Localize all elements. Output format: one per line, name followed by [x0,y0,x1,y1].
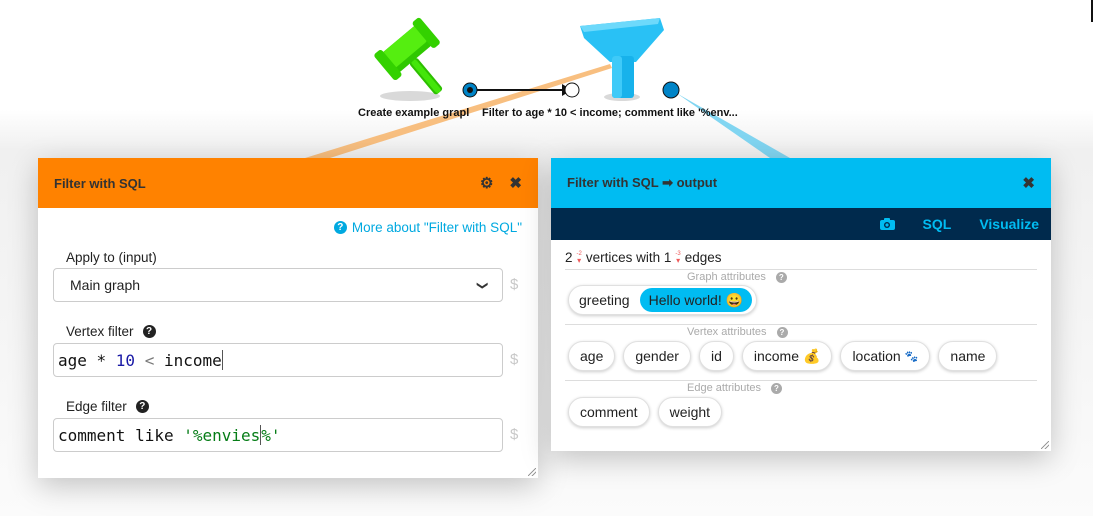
section-title-text: Vertex attributes [687,326,767,338]
code-token: < [135,350,164,370]
vertex-attribute-chip[interactable]: id [698,341,734,371]
apply-to-select[interactable]: Main graph ❮ [53,268,503,302]
sql-button[interactable]: SQL [923,216,952,232]
parametric-toggle[interactable]: $ [510,426,518,443]
paw-prints-icon: 🐾 [904,350,919,363]
attribute-name: weight [669,404,711,420]
resize-handle[interactable] [528,468,536,476]
edge-delta: -3 ▾ [675,251,680,265]
edge-filter-input[interactable]: comment like '%envies %' [53,418,503,452]
output-toolbar: SQL Visualize [551,208,1051,240]
param-label-vertex-filter: Vertex filter ? [66,324,156,339]
divider [565,269,1037,270]
vertex-attribute-chip[interactable]: income 💰 [741,341,833,371]
help-icon[interactable]: ? [771,382,782,394]
code-token: %' [261,425,281,445]
summary-text: edges [684,250,722,265]
vertex-delta: -2 ▾ [577,251,582,265]
chevron-down-icon: ❮ [475,280,488,290]
box-label-create-graph[interactable]: Create example grapl [358,107,469,119]
code-token: age * [58,350,116,370]
help-link[interactable]: ? More about "Filter with SQL" [333,220,522,235]
vertex-attribute-chip[interactable]: name [938,341,998,371]
vertex-attribute-chip[interactable]: gender [623,341,691,371]
popup-title: Filter with SQL ➡ output [567,175,718,190]
close-icon[interactable]: ✖ [1022,174,1035,192]
attribute-name: income [753,348,799,364]
code-token: 10 [115,350,136,370]
input-port[interactable] [564,82,580,98]
select-value: Main graph [70,277,141,293]
code-token: '%envies [183,425,261,445]
divider [565,380,1037,381]
attribute-value-text: Hello world! [648,292,722,308]
operation-popup: Filter with SQL ⚙ ✖ ? More about "Filter… [38,158,538,478]
help-icon[interactable]: ? [135,400,149,413]
popup-title: Filter with SQL [54,175,146,191]
param-label-edge-filter: Edge filter ? [66,399,149,414]
graph-attributes-title: Graph attributes ? [687,271,787,283]
section-title-text: Graph attributes [687,271,766,283]
vertex-filter-input[interactable]: age * 10 < income [53,343,503,377]
vertex-attribute-chip[interactable]: location 🐾 [840,341,931,371]
resize-handle[interactable] [1041,441,1049,449]
vertex-attribute-chip[interactable]: age [568,341,616,371]
box-label-filter[interactable]: Filter to age * 10 < income; comment lik… [482,107,738,119]
attribute-name: comment [580,404,638,420]
visualize-button[interactable]: Visualize [979,216,1039,232]
attribute-name: age [580,348,604,364]
money-bag-icon: 💰 [803,347,821,364]
attribute-name: id [710,348,722,364]
graph-attribute-chip[interactable]: greeting Hello world! 😀 [568,285,758,315]
param-label-text: Vertex filter [66,324,134,339]
param-label-text: Edge filter [66,399,127,414]
text-cursor [221,350,223,370]
param-label-apply-to: Apply to (input) [66,250,157,265]
help-link-text: More about "Filter with SQL" [351,220,522,235]
attribute-value: Hello world! 😀 [639,288,753,312]
gavel-icon[interactable] [373,17,465,110]
param-label-text: Apply to (input) [66,250,157,265]
section-title-text: Edge attributes [687,382,761,394]
attribute-name: name [950,348,986,364]
vertex-attributes-title: Vertex attributes ? [687,326,788,338]
arrow-down-icon: ▾ [577,255,582,265]
vertex-attributes-list: age gender id income 💰 location 🐾 name [568,341,998,371]
help-icon[interactable]: ? [142,325,156,338]
popup-header[interactable]: Filter with SQL ➡ output ✖ [551,158,1051,208]
edge-attribute-chip[interactable]: comment [568,397,650,427]
smiley-icon: 😀 [725,291,744,308]
attribute-name: gender [635,348,679,364]
edge-count: 1 [663,250,672,265]
summary-text: vertices with [585,250,661,265]
blue-popup-beam [672,90,790,158]
output-port[interactable] [662,81,680,99]
vertex-count: 2 [565,250,573,265]
help-icon[interactable]: ? [776,326,788,338]
divider [565,324,1037,325]
graph-attributes-list: greeting Hello world! 😀 [568,285,758,315]
edge-attribute-chip[interactable]: weight [657,397,723,427]
arrow-down-icon: ▾ [676,255,681,265]
code-token: comment like [58,425,184,445]
attribute-name: greeting [579,292,630,308]
graph-summary: 2 -2 ▾ vertices with 1 -3 ▾ edges [565,250,722,265]
edge-attributes-list: comment weight [568,397,723,427]
camera-icon[interactable] [879,218,895,230]
funnel-icon[interactable] [580,18,664,101]
parametric-toggle[interactable]: $ [510,276,518,293]
code-token: income [163,350,222,370]
question-circle-icon: ? [333,221,347,234]
close-icon[interactable]: ✖ [509,174,522,192]
output-popup: Filter with SQL ➡ output ✖ SQL Visualize… [551,158,1051,451]
popup-header[interactable]: Filter with SQL ⚙ ✖ [38,158,538,208]
help-icon[interactable]: ? [775,271,787,283]
parametric-toggle[interactable]: $ [510,351,518,368]
edge-attributes-title: Edge attributes ? [687,382,782,394]
attribute-name: location [852,348,901,364]
gear-icon[interactable]: ⚙ [480,174,493,192]
